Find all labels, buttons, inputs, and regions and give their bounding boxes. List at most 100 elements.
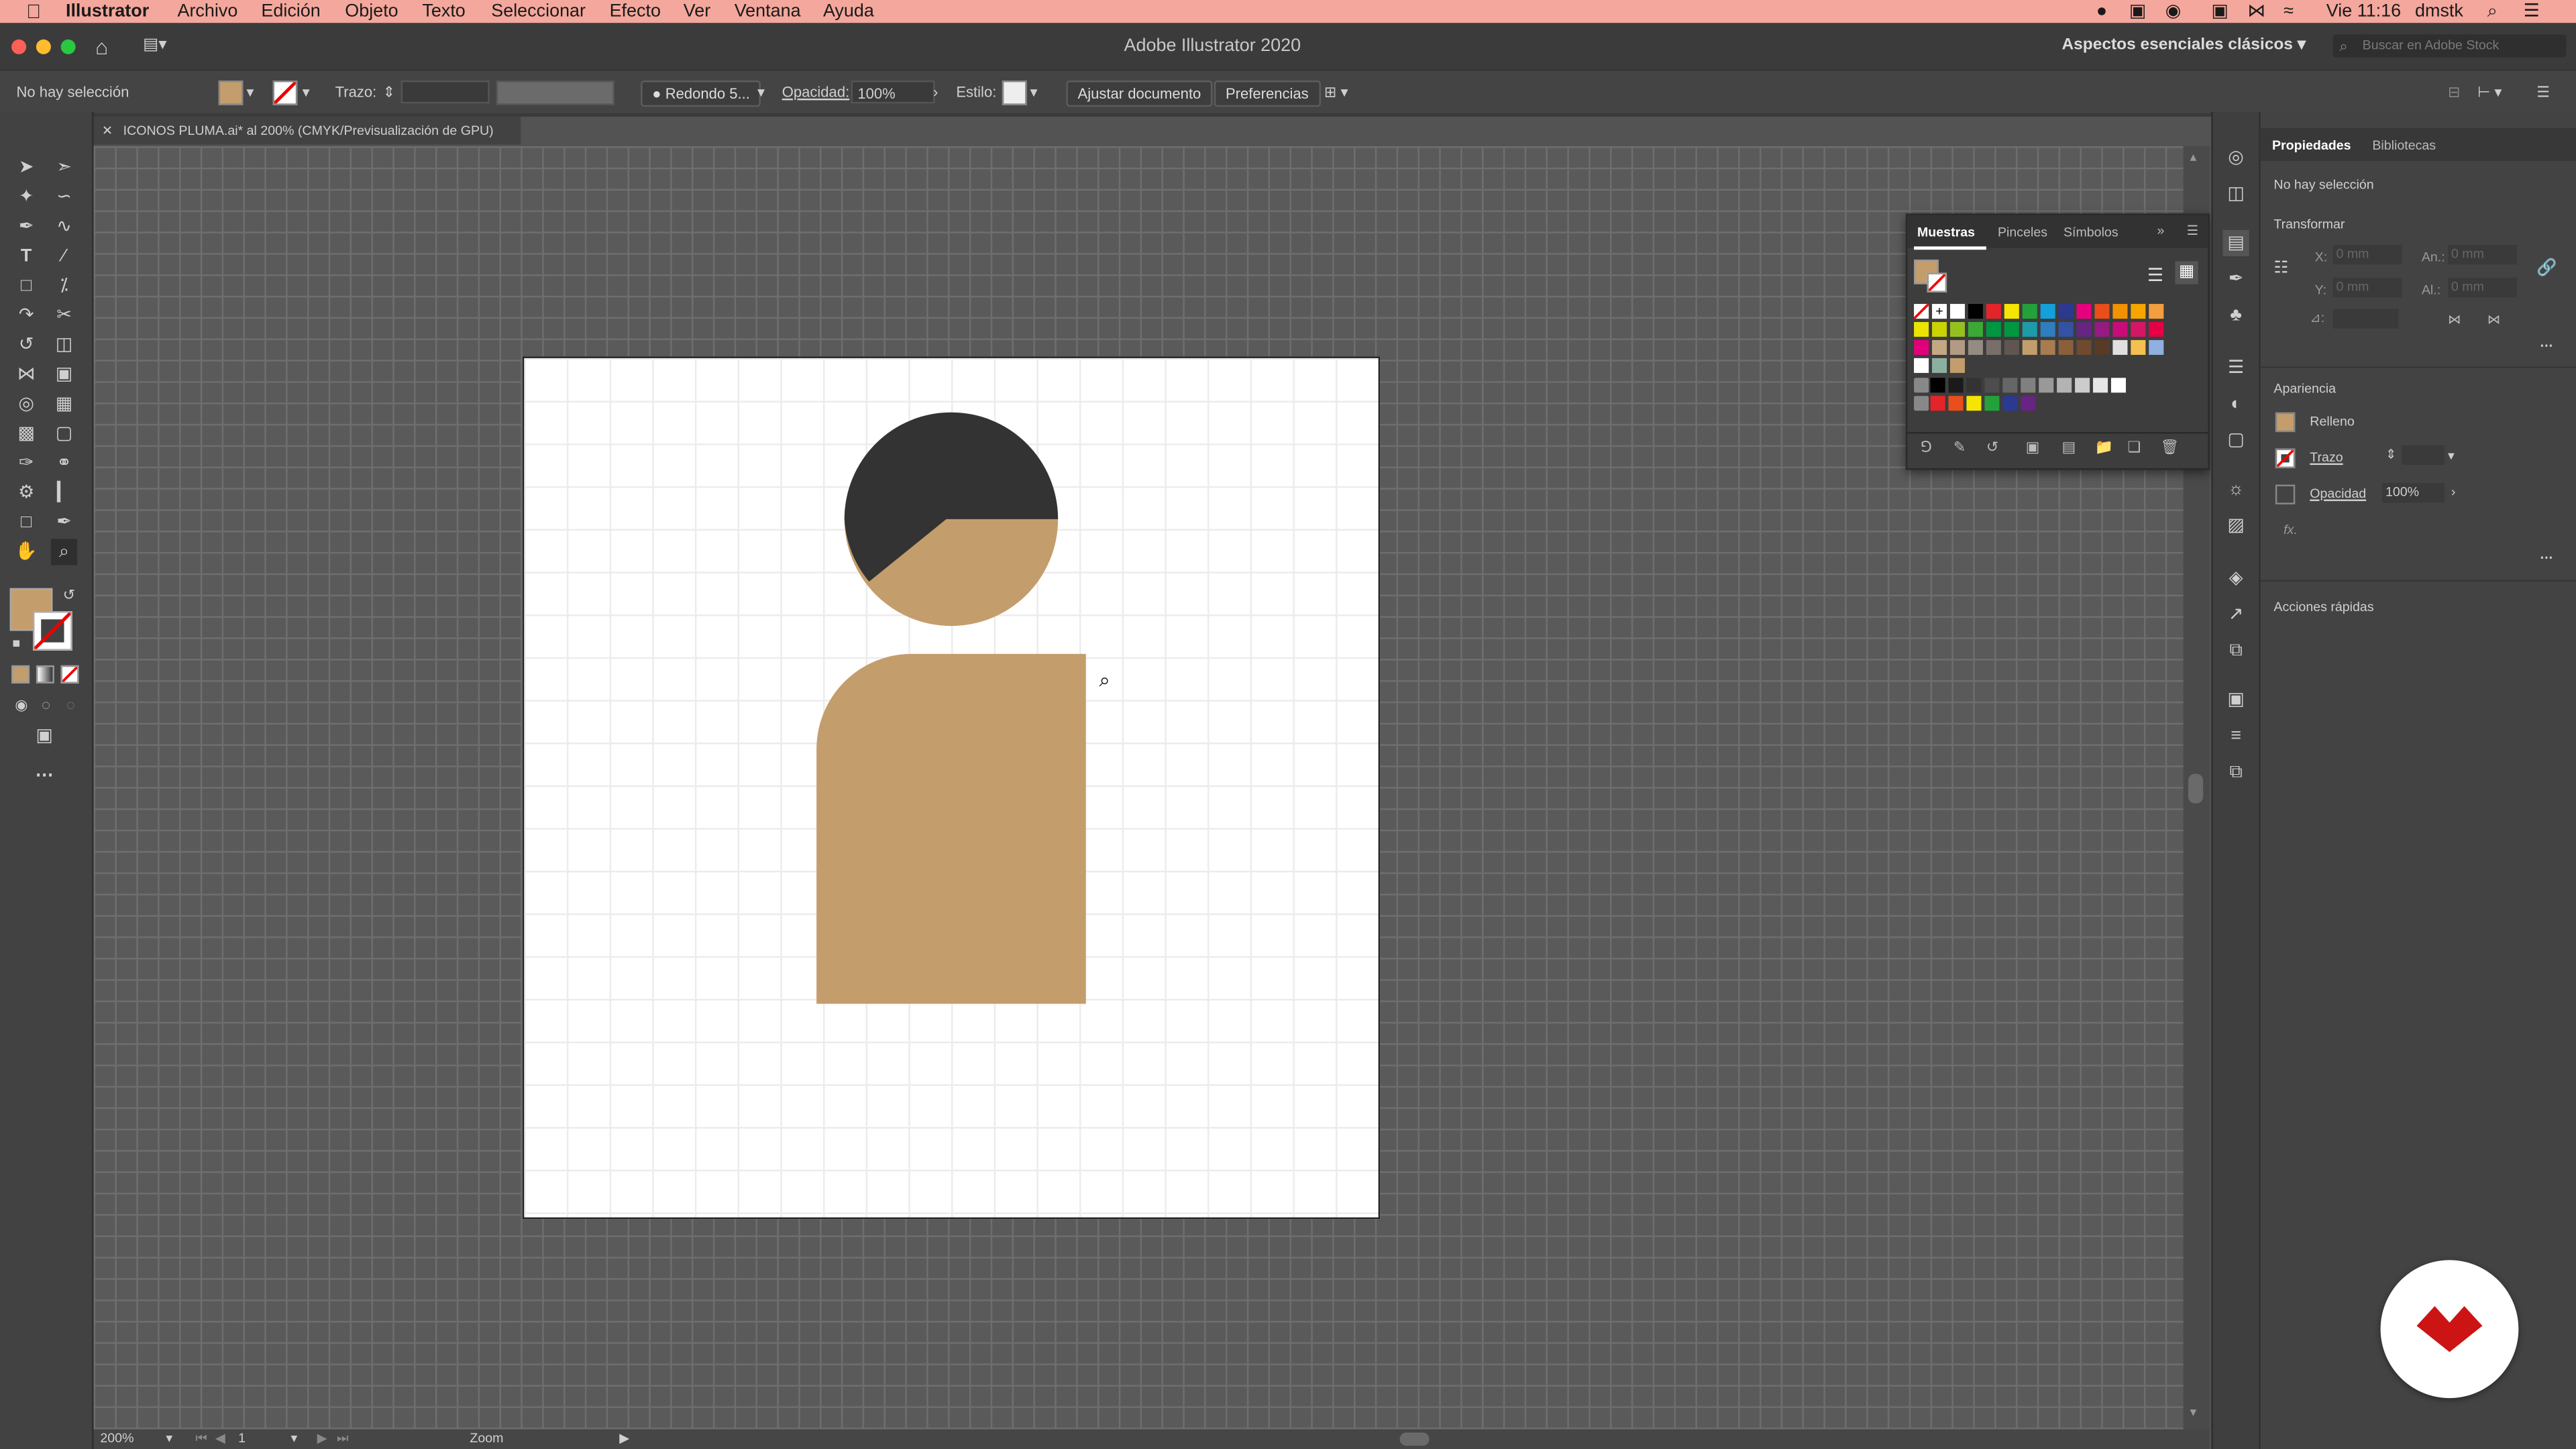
menu-seleccionar[interactable]: Seleccionar bbox=[491, 0, 586, 23]
preferences-button[interactable]: Preferencias bbox=[1214, 80, 1320, 107]
align-icon[interactable]: ⊟ bbox=[2448, 80, 2460, 103]
lasso-icon[interactable]: ∽ bbox=[51, 184, 77, 210]
tab-muestras[interactable]: Muestras bbox=[1917, 225, 1975, 240]
screen-mode-icon[interactable]: ▣ bbox=[32, 723, 58, 749]
stroke-weight-input[interactable] bbox=[2402, 445, 2445, 466]
chevron-down-icon[interactable]: ▾ bbox=[303, 80, 310, 103]
layers-icon[interactable]: ◈ bbox=[2222, 565, 2249, 591]
width-input[interactable]: 0 mm bbox=[2448, 244, 2517, 265]
column-graph-tool-icon[interactable]: ▎ bbox=[51, 480, 77, 506]
swatch[interactable] bbox=[2076, 339, 2092, 355]
swatch[interactable] bbox=[1949, 339, 1966, 355]
swatch[interactable] bbox=[1930, 396, 1945, 411]
stroke-color-box[interactable] bbox=[32, 611, 72, 651]
properties-icon[interactable]: ▤ bbox=[2222, 229, 2249, 257]
tab-simbolos[interactable]: Símbolos bbox=[2063, 225, 2118, 240]
swatch[interactable] bbox=[1986, 304, 2001, 319]
head-circle[interactable] bbox=[844, 412, 1059, 627]
shaper-tool-icon[interactable]: ↷ bbox=[13, 303, 40, 329]
swatch[interactable] bbox=[1986, 322, 2001, 337]
pathfinder-icon[interactable]: ⧉ bbox=[2222, 759, 2249, 785]
swatch[interactable] bbox=[2004, 304, 2019, 319]
slice-tool-icon[interactable]: ✒ bbox=[51, 509, 77, 535]
swatch[interactable] bbox=[2022, 322, 2037, 337]
artboard[interactable] bbox=[522, 356, 1381, 1220]
symbols-icon[interactable]: ♣ bbox=[2222, 303, 2249, 329]
swatch[interactable] bbox=[2021, 378, 2036, 393]
swatch[interactable] bbox=[1986, 339, 2001, 355]
stroke-color-box[interactable] bbox=[1927, 272, 1947, 292]
swatch[interactable] bbox=[1948, 396, 1964, 411]
scroll-down-icon[interactable]: ▾ bbox=[2190, 1405, 2197, 1419]
menu-edicion[interactable]: Edición bbox=[261, 0, 320, 23]
swatch[interactable] bbox=[2040, 339, 2055, 355]
gradient-tool-icon[interactable]: ▢ bbox=[51, 421, 77, 447]
swatch[interactable] bbox=[1949, 358, 1966, 373]
x-input[interactable]: 0 mm bbox=[2332, 244, 2402, 265]
swatch[interactable] bbox=[2131, 304, 2146, 319]
swatch[interactable] bbox=[1968, 339, 1983, 355]
wifi-icon[interactable]: ≈ bbox=[2284, 0, 2294, 23]
hand-tool-icon[interactable]: ✋ bbox=[13, 539, 40, 565]
swatch-options-icon[interactable]: ↺ bbox=[1986, 439, 1998, 457]
appearance-icon[interactable]: ☼ bbox=[2222, 476, 2249, 502]
tab-propiedades[interactable]: Propiedades bbox=[2272, 138, 2351, 153]
stroke-stepper-icon[interactable]: ⇕ bbox=[2385, 447, 2396, 462]
brushes-icon[interactable]: ✒ bbox=[2222, 266, 2249, 292]
zoom-level[interactable]: 200% bbox=[100, 1430, 133, 1449]
direct-selection-tool-icon[interactable]: ➣ bbox=[51, 154, 77, 180]
reference-point-icon[interactable]: ☷ bbox=[2273, 260, 2288, 278]
swatch[interactable] bbox=[2149, 322, 2164, 337]
screen-icon[interactable]: ▣ bbox=[2129, 0, 2146, 23]
free-transform-tool-icon[interactable]: ▣ bbox=[51, 362, 77, 388]
fill-color-swatch[interactable] bbox=[218, 80, 244, 105]
show-swatch-kinds-icon[interactable]: ✎ bbox=[1953, 439, 1966, 457]
swatch[interactable] bbox=[2002, 396, 2018, 411]
color-mode-icon[interactable] bbox=[11, 665, 30, 684]
stroke-icon[interactable]: ☰ bbox=[2222, 355, 2249, 381]
swatch[interactable] bbox=[2004, 339, 2019, 355]
spotlight-search-icon[interactable]: ⌕ bbox=[2487, 0, 2498, 23]
color-icon[interactable]: ◐ bbox=[2222, 391, 2249, 417]
new-color-group-icon[interactable]: ▤ bbox=[2061, 439, 2076, 457]
perspective-grid-tool-icon[interactable]: ▦ bbox=[51, 391, 77, 417]
paintbrush-tool-icon[interactable]: ⁒ bbox=[51, 273, 77, 299]
stroke-weight-input[interactable] bbox=[400, 80, 490, 104]
gradient-mode-icon[interactable] bbox=[36, 665, 54, 684]
panel-menu-icon[interactable]: ☰ bbox=[2187, 223, 2199, 238]
draw-normal-icon[interactable]: ◉ bbox=[8, 692, 34, 718]
swatch[interactable]: + bbox=[1932, 304, 1947, 319]
swatch[interactable] bbox=[2022, 339, 2037, 355]
chevron-right-icon[interactable]: › bbox=[2451, 484, 2456, 499]
color-group-folder-icon[interactable] bbox=[1914, 358, 1929, 373]
selection-tool-icon[interactable]: ➤ bbox=[13, 154, 40, 180]
stroke-stepper-icon[interactable]: ⇕ bbox=[383, 80, 395, 103]
swatch[interactable] bbox=[2040, 304, 2055, 319]
swatch[interactable] bbox=[2112, 339, 2128, 355]
status-menu-icon[interactable]: ▶ bbox=[619, 1430, 629, 1449]
none-mode-icon[interactable] bbox=[60, 665, 79, 684]
swatch[interactable] bbox=[2112, 322, 2128, 337]
color-guide-icon[interactable]: ◎ bbox=[2222, 145, 2249, 171]
swatch[interactable] bbox=[2075, 378, 2090, 393]
scroll-up-icon[interactable]: ▴ bbox=[2190, 150, 2197, 164]
color-group-folder-icon[interactable] bbox=[1914, 378, 1929, 393]
trash-icon[interactable]: 🗑 bbox=[2160, 439, 2179, 457]
graphic-styles-icon[interactable]: ▨ bbox=[2222, 513, 2249, 539]
chevron-down-icon[interactable]: ▾ bbox=[1030, 80, 1038, 103]
menu-texto[interactable]: Texto bbox=[422, 0, 465, 23]
swatch[interactable] bbox=[2058, 304, 2074, 319]
swatch[interactable] bbox=[2058, 322, 2074, 337]
menu-ayuda[interactable]: Ayuda bbox=[823, 0, 874, 23]
swatch[interactable] bbox=[1968, 304, 1983, 319]
menu-efecto[interactable]: Efecto bbox=[610, 0, 661, 23]
swatch[interactable] bbox=[1966, 396, 1982, 411]
pen-tool-icon[interactable]: ✒ bbox=[13, 213, 40, 239]
stroke-color-swatch[interactable] bbox=[272, 80, 298, 105]
swatch[interactable] bbox=[2040, 322, 2055, 337]
swatch[interactable] bbox=[1984, 396, 2000, 411]
variable-width-profile[interactable] bbox=[496, 80, 614, 105]
swatch[interactable] bbox=[1913, 303, 1930, 320]
scissors-tool-icon[interactable]: ✂ bbox=[51, 303, 77, 329]
arrange-icon[interactable]: ⊞ ▾ bbox=[1324, 80, 1348, 103]
